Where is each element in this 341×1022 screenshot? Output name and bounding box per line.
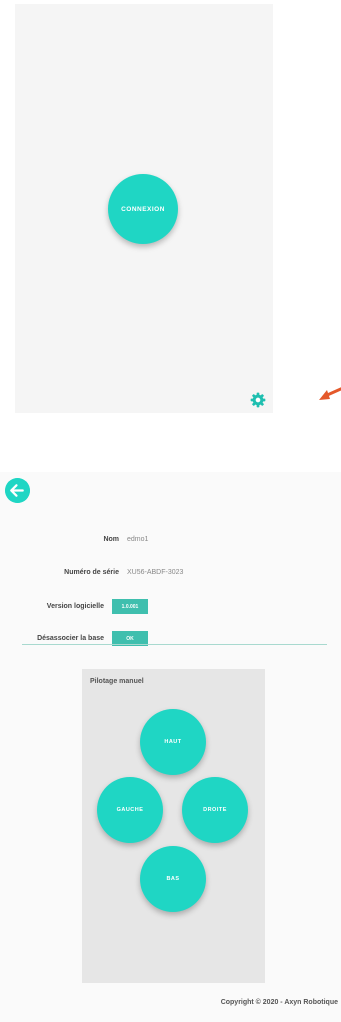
right-button[interactable]: DROITE xyxy=(182,777,248,843)
serial-label: Numéro de série xyxy=(64,569,119,576)
panel-title: Pilotage manuel xyxy=(90,678,144,685)
unlink-label: Désassocier la base xyxy=(37,635,104,642)
arrow-left-icon[interactable] xyxy=(5,478,30,503)
settings-screen: Nom edmo1 Numéro de série XU56-ABDF-3023… xyxy=(0,472,341,1022)
divider xyxy=(22,644,327,645)
version-badge[interactable]: 1.0.001 xyxy=(112,599,148,614)
serial-value: XU56-ABDF-3023 xyxy=(127,569,184,576)
left-button[interactable]: GAUCHE xyxy=(97,777,163,843)
copyright-text: Copyright © 2020 - Axyn Robotique xyxy=(220,999,338,1006)
version-label: Version logicielle xyxy=(46,603,104,610)
connexion-button[interactable]: CONNEXION xyxy=(108,174,178,244)
connection-screen: CONNEXION xyxy=(15,4,273,413)
up-button[interactable]: HAUT xyxy=(140,709,206,775)
red-arrow-icon xyxy=(319,387,341,400)
name-label: Nom xyxy=(103,536,119,543)
gear-icon[interactable] xyxy=(250,392,266,408)
manual-control-panel: Pilotage manuel HAUT GAUCHE DROITE BAS xyxy=(82,669,265,983)
name-value: edmo1 xyxy=(127,536,149,543)
down-button[interactable]: BAS xyxy=(140,846,206,912)
